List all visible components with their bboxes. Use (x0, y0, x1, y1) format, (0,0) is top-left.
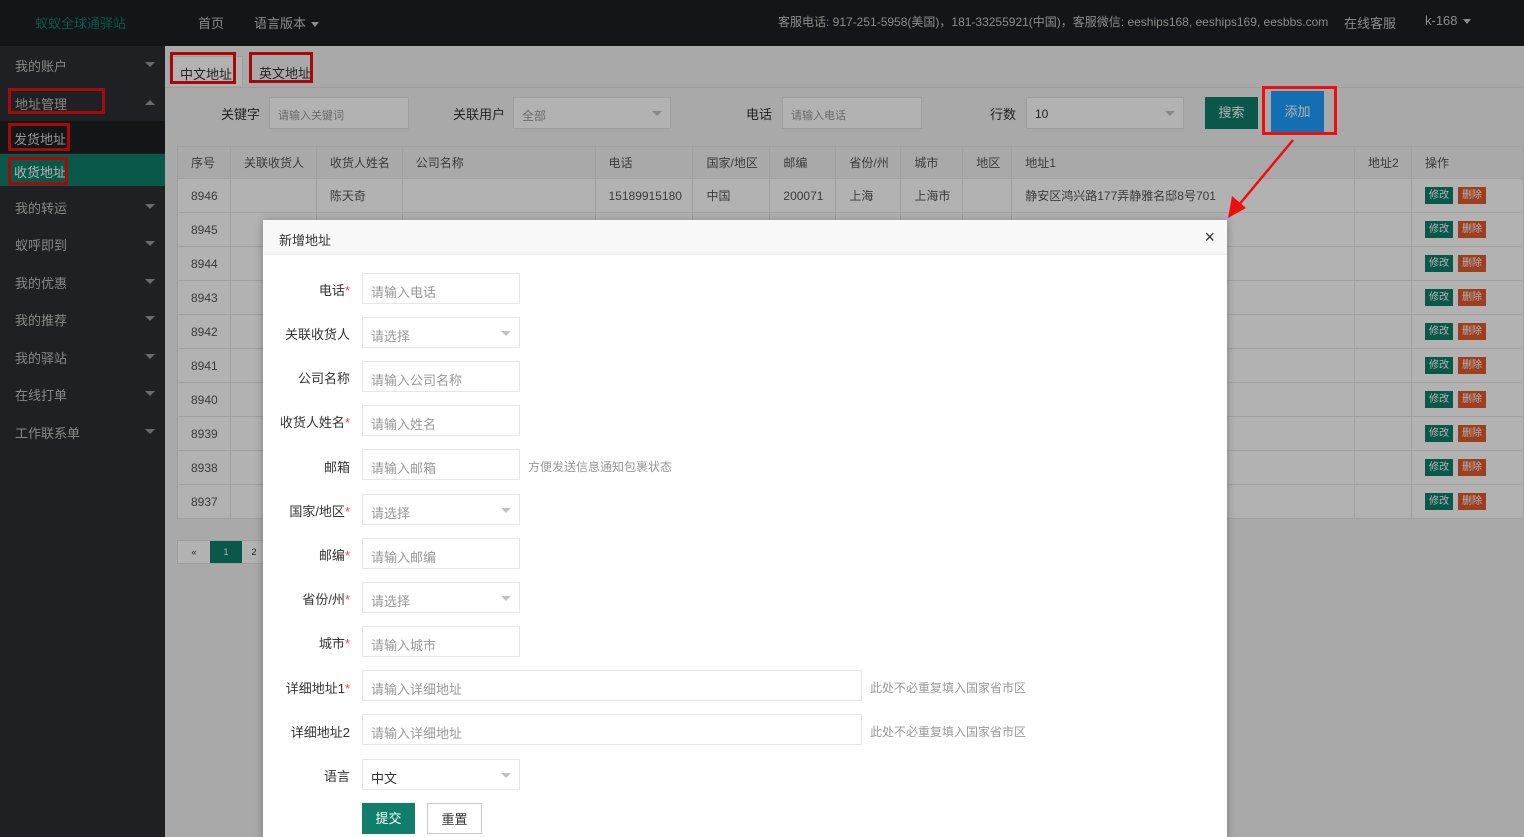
related-contact-select[interactable]: 请选择 (362, 317, 520, 348)
address2-hint: 此处不必重复填入国家省市区 (870, 725, 1027, 739)
zip-field-label: 邮编* (319, 545, 350, 564)
required-mark: * (344, 592, 350, 607)
phone-field[interactable]: 请输入电话 (362, 273, 520, 304)
required-mark: * (344, 548, 350, 563)
required-mark: * (344, 504, 350, 519)
language-value: 中文 (371, 771, 398, 786)
province-field-label: 省份/州* (302, 589, 350, 608)
email-hint: 方便发送信息通知包裹状态 (528, 460, 673, 474)
country-select[interactable]: 请选择 (362, 494, 520, 525)
company-field-label: 公司名称 (298, 368, 350, 387)
required-mark: * (344, 681, 350, 696)
city-field-label: 城市* (319, 633, 350, 652)
select-placeholder: 请选择 (371, 329, 411, 344)
label-text: 详细地址1 (285, 681, 345, 696)
country-field-label: 国家/地区* (289, 501, 350, 520)
required-mark: * (344, 415, 350, 430)
label-text: 邮编 (318, 548, 345, 563)
select-placeholder: 请选择 (371, 594, 411, 609)
label-text: 省份/州 (302, 592, 345, 607)
close-icon[interactable]: × (1204, 227, 1215, 248)
label-text: 语言 (323, 769, 350, 784)
address1-field[interactable]: 请输入详细地址 (362, 670, 862, 701)
zip-field[interactable]: 请输入邮编 (362, 538, 520, 569)
label-text: 城市 (318, 636, 345, 651)
label-text: 公司名称 (297, 371, 350, 386)
submit-button[interactable]: 提交 (362, 803, 415, 834)
address1-field-label: 详细地址1* (286, 678, 350, 697)
reset-button[interactable]: 重置 (427, 803, 482, 834)
chevron-down-icon (501, 331, 511, 336)
company-field[interactable]: 请输入公司名称 (362, 361, 520, 392)
label-text: 关联收货人 (284, 327, 350, 342)
language-field-label: 语言 (324, 766, 350, 785)
language-select[interactable]: 中文 (362, 759, 520, 790)
annotation-arrow-icon (1228, 139, 1294, 218)
label-text: 国家/地区 (289, 504, 345, 519)
label-text: 详细地址2 (290, 725, 350, 740)
recipient-name-label: 收货人姓名* (280, 412, 350, 431)
email-field[interactable]: 请输入邮箱 (362, 449, 520, 480)
dialog-header: 新增地址 × (263, 220, 1227, 255)
required-mark: * (344, 283, 350, 298)
email-field-label: 邮箱 (324, 457, 350, 476)
required-mark: * (344, 636, 350, 651)
chevron-down-icon (501, 773, 511, 778)
address2-field[interactable]: 请输入详细地址 (362, 714, 862, 745)
recipient-name-field[interactable]: 请输入姓名 (362, 405, 520, 436)
related-contact-label: 关联收货人 (285, 324, 350, 343)
phone-field-label: 电话* (319, 280, 350, 299)
address2-field-label: 详细地址2 (291, 722, 350, 741)
add-address-dialog: 新增地址 × 电话* 请输入电话 关联收货人 请选择 公司名称 请输入公司名称 … (263, 220, 1227, 837)
dialog-title: 新增地址 (279, 233, 332, 248)
select-placeholder: 请选择 (371, 506, 411, 521)
province-select[interactable]: 请选择 (362, 582, 520, 613)
chevron-down-icon (501, 596, 511, 601)
city-field[interactable]: 请输入城市 (362, 626, 520, 657)
label-text: 收货人姓名 (279, 415, 345, 430)
label-text: 邮箱 (323, 460, 350, 475)
address1-hint: 此处不必重复填入国家省市区 (870, 681, 1027, 695)
label-text: 电话 (318, 283, 345, 298)
chevron-down-icon (501, 508, 511, 513)
